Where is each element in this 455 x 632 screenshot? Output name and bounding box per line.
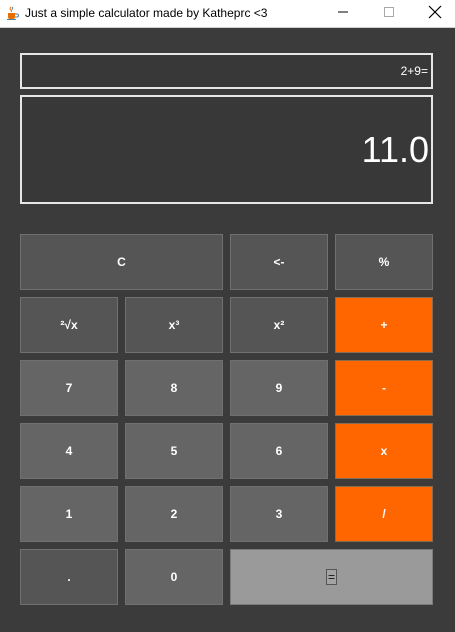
digit-5-button[interactable]: 5 (125, 423, 223, 479)
digit-2-button[interactable]: 2 (125, 486, 223, 542)
square-button[interactable]: x² (230, 297, 328, 353)
decimal-button[interactable]: . (20, 549, 118, 605)
digit-9-button[interactable]: 9 (230, 360, 328, 416)
maximize-button[interactable] (366, 0, 412, 28)
result-text: 11.0 (361, 128, 429, 170)
clear-button[interactable]: C (20, 234, 223, 290)
window-title: Just a simple calculator made by Kathepr… (25, 6, 268, 20)
minus-button[interactable]: - (335, 360, 433, 416)
close-icon (428, 5, 442, 24)
percent-button[interactable]: % (335, 234, 433, 290)
multiply-button[interactable]: x (335, 423, 433, 479)
equals-label: = (325, 569, 337, 585)
maximize-icon (383, 5, 395, 23)
digit-6-button[interactable]: 6 (230, 423, 328, 479)
digit-1-button[interactable]: 1 (20, 486, 118, 542)
expression-text: 2+9= (400, 64, 428, 78)
result-display: 11.0 (20, 95, 433, 204)
digit-0-button[interactable]: 0 (125, 549, 223, 605)
calculator-panel: 2+9= 11.0 C <- % ²√x x³ x² + 7 8 9 - 4 5… (0, 28, 455, 632)
plus-button[interactable]: + (335, 297, 433, 353)
minimize-button[interactable] (320, 0, 366, 28)
equals-button[interactable]: = (230, 549, 433, 605)
digit-4-button[interactable]: 4 (20, 423, 118, 479)
digit-8-button[interactable]: 8 (125, 360, 223, 416)
sqrt-button[interactable]: ²√x (20, 297, 118, 353)
divide-button[interactable]: / (335, 486, 433, 542)
minimize-icon (337, 5, 349, 23)
backspace-button[interactable]: <- (230, 234, 328, 290)
expression-display: 2+9= (20, 53, 433, 89)
close-button[interactable] (412, 0, 455, 28)
digit-7-button[interactable]: 7 (20, 360, 118, 416)
title-bar: Just a simple calculator made by Kathepr… (0, 0, 455, 28)
digit-3-button[interactable]: 3 (230, 486, 328, 542)
java-cup-icon (4, 5, 20, 21)
cube-button[interactable]: x³ (125, 297, 223, 353)
